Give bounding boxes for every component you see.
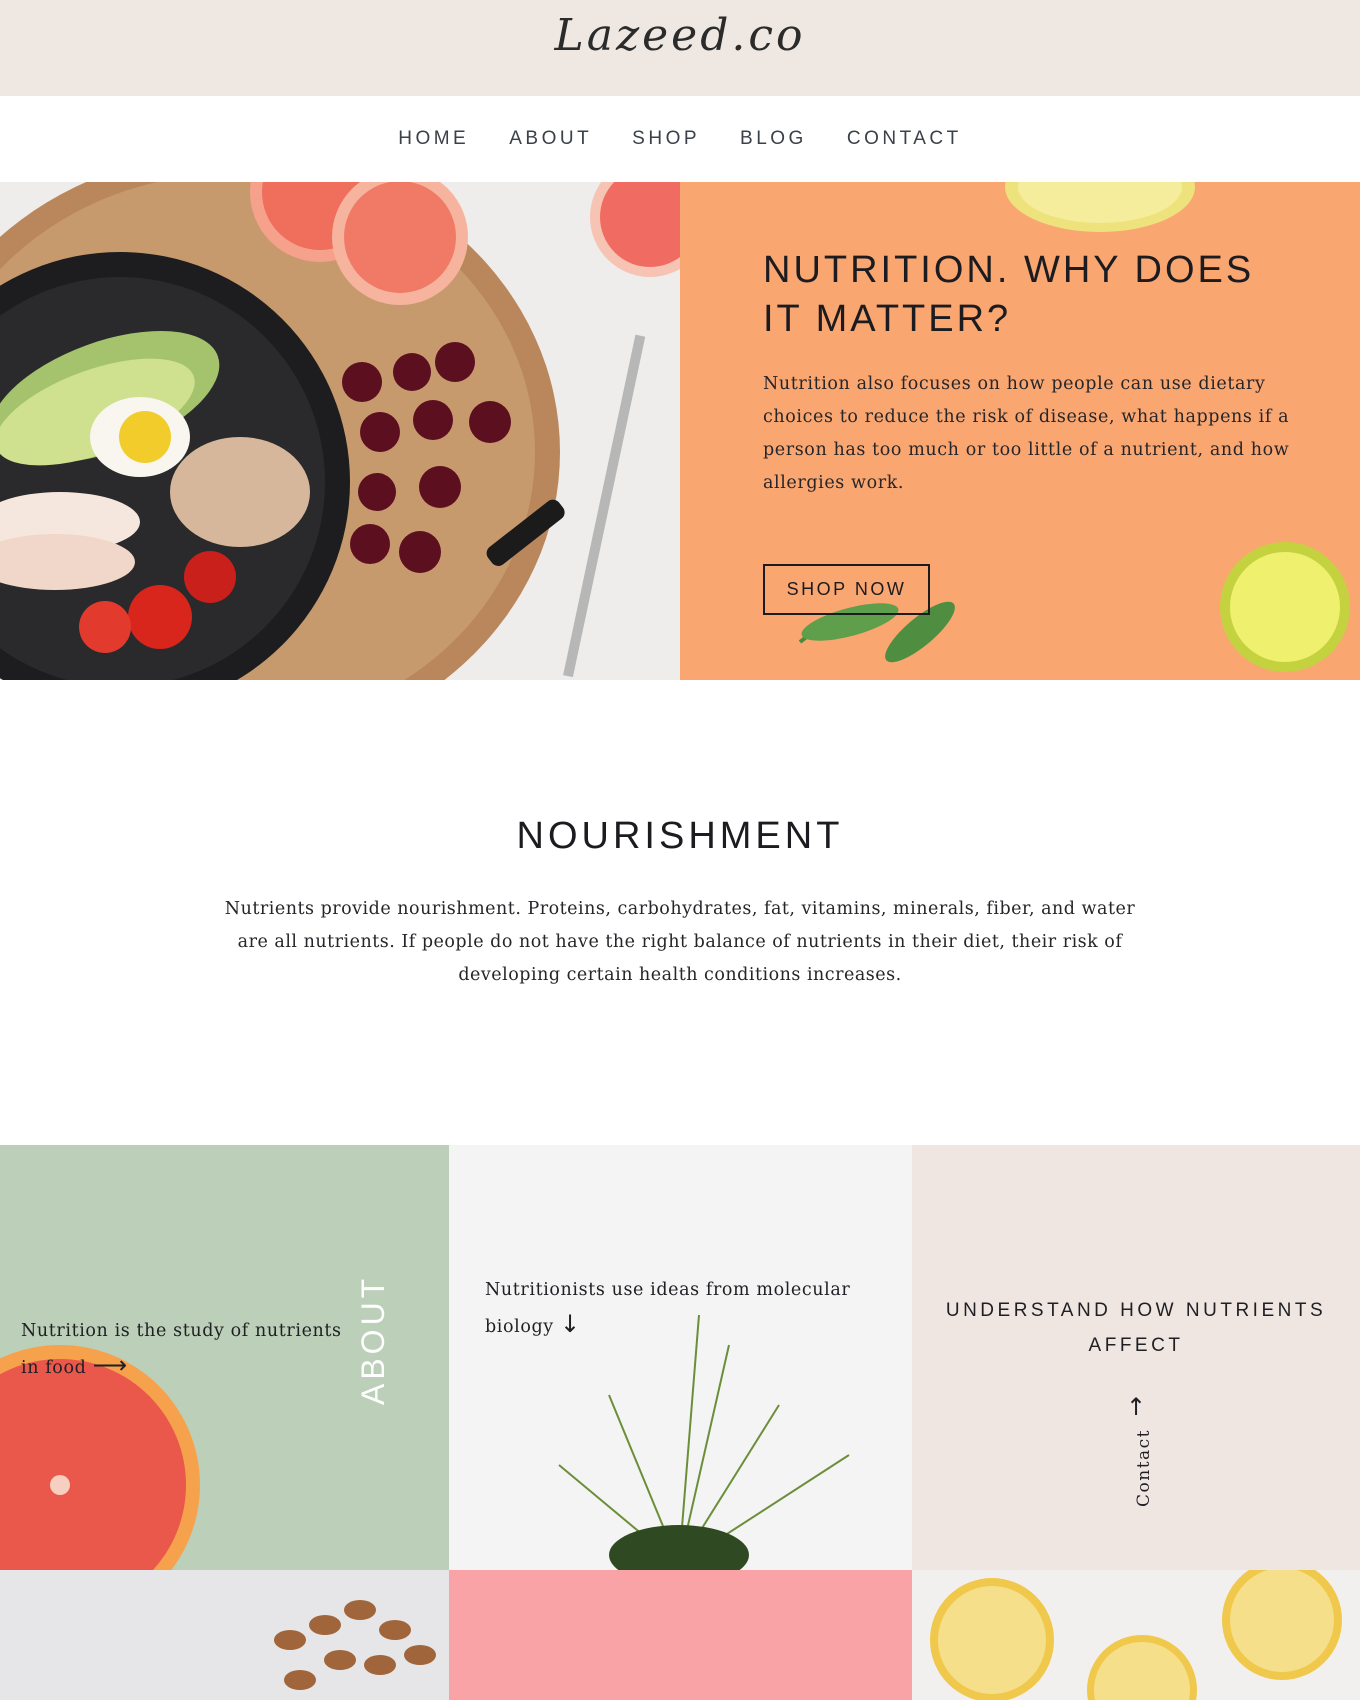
nav-item-blog[interactable]: BLOG xyxy=(740,128,807,150)
main-nav: HOME ABOUT SHOP BLOG CONTACT xyxy=(0,96,1360,182)
down-arrow-icon[interactable]: ↓ xyxy=(560,1307,581,1341)
understand-heading: UNDERSTAND HOW NUTRIENTS AFFECT xyxy=(945,1300,1327,1356)
hero-paragraph: Nutrition also focuses on how people can… xyxy=(763,374,1290,493)
molecular-tile: Nutritionists use ideas from molecular b… xyxy=(449,1145,912,1570)
hero-panel: NUTRITION. WHY DOES IT MATTER? Nutrition… xyxy=(680,182,1360,680)
up-arrow-icon[interactable]: ↑ xyxy=(1126,1393,1146,1421)
lemons-image xyxy=(912,1570,1360,1700)
molecular-text: Nutritionists use ideas from molecular b… xyxy=(485,1273,885,1344)
shop-now-button[interactable]: SHOP NOW xyxy=(763,564,930,615)
nav-item-home[interactable]: HOME xyxy=(398,128,469,150)
about-text: Nutrition is the study of nutrients in f… xyxy=(21,1314,361,1385)
nourishment-title: NOURISHMENT xyxy=(516,815,844,857)
site-logo[interactable]: Lazeed.co xyxy=(0,10,1360,61)
contact-vertical-link[interactable]: Contact xyxy=(1134,1429,1154,1507)
understand-tile: UNDERSTAND HOW NUTRIENTS AFFECT ↑ Contac… xyxy=(912,1145,1360,1570)
molecular-text-label: Nutritionists use ideas from molecular b… xyxy=(485,1280,851,1337)
about-text-label: Nutrition is the study of nutrients in f… xyxy=(21,1321,342,1378)
almonds-illustration xyxy=(274,1600,436,1690)
about-tile[interactable]: Nutrition is the study of nutrients in f… xyxy=(0,1145,449,1570)
salad-illustration xyxy=(0,182,680,680)
dill-plant-illustration xyxy=(558,1314,850,1570)
header-bar: Lazeed.co xyxy=(0,0,1360,96)
right-arrow-icon[interactable]: ⟶ xyxy=(93,1348,128,1382)
hero-food-image xyxy=(0,182,680,680)
nav-item-contact[interactable]: CONTACT xyxy=(847,128,962,150)
nav-item-shop[interactable]: SHOP xyxy=(632,128,700,150)
lemons-illustration xyxy=(930,1570,1342,1700)
hero-title: NUTRITION. WHY DOES IT MATTER? xyxy=(763,249,1255,340)
about-vertical-label[interactable]: ABOUT xyxy=(355,1275,392,1405)
nourishment-paragraph: Nutrients provide nourishment. Proteins,… xyxy=(224,899,1136,985)
pink-tile xyxy=(449,1570,912,1700)
almonds-image xyxy=(0,1570,449,1700)
nav-item-about[interactable]: ABOUT xyxy=(509,128,592,150)
